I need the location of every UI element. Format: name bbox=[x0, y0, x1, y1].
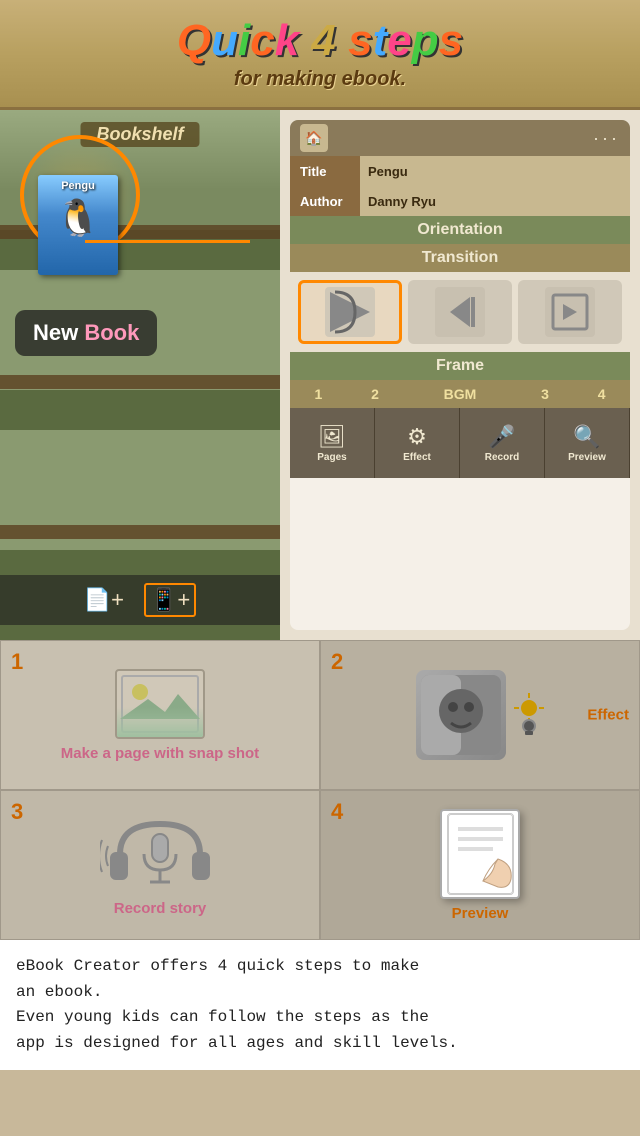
bgm-num-1: 1 bbox=[290, 380, 347, 408]
sun-icon bbox=[514, 688, 544, 743]
effect-side-label: Effect bbox=[587, 707, 629, 724]
step-3-icon bbox=[100, 814, 220, 894]
bottom-description: eBook Creator offers 4 quick steps to ma… bbox=[16, 954, 624, 1056]
title-label: Title bbox=[290, 156, 360, 186]
screen-header: 🏠 ··· bbox=[290, 120, 630, 156]
pages-label: Pages bbox=[317, 452, 346, 463]
book-title: Pengu bbox=[61, 180, 95, 192]
author-label: Author bbox=[290, 186, 360, 216]
transition-options bbox=[290, 272, 630, 352]
orientation-label: Orientation bbox=[417, 221, 502, 239]
new-book-badge: New Book bbox=[15, 310, 157, 356]
steps-section: 1 Make a page with snap shot 2 bbox=[0, 640, 640, 940]
phone-screen: 🏠 ··· Title Pengu Author Danny Ryu Orien… bbox=[290, 120, 630, 630]
step-1-number: 1 bbox=[11, 649, 23, 675]
bottom-text-section: eBook Creator offers 4 quick steps to ma… bbox=[0, 940, 640, 1070]
tab-preview[interactable]: 🔍 Preview bbox=[545, 408, 630, 478]
orientation-section: Orientation bbox=[290, 216, 630, 244]
book-cover: Pengu 🐧 bbox=[38, 175, 118, 275]
effect-icon: ⚙ bbox=[407, 424, 427, 450]
left-phone: Bookshelf Pengu 🐧 New Book 📄+ 📱+ bbox=[0, 110, 280, 640]
top-banner: Quick 4 steps for making ebook. bbox=[0, 0, 640, 110]
author-row: Author Danny Ryu bbox=[290, 186, 630, 216]
add-page-icon: 📄+ bbox=[84, 587, 124, 613]
tab-record[interactable]: 🎤 Record bbox=[460, 408, 545, 478]
step-2-content bbox=[416, 670, 544, 760]
transition-option-3[interactable] bbox=[518, 280, 622, 344]
bgm-num-4: 4 bbox=[573, 380, 630, 408]
frame-section: Frame bbox=[290, 352, 630, 380]
step-4-number: 4 bbox=[331, 799, 343, 825]
step-1-label: Make a page with snap shot bbox=[61, 745, 259, 762]
tab-effect[interactable]: ⚙ Effect bbox=[375, 408, 460, 478]
pages-icon: 🖼 bbox=[318, 424, 346, 450]
right-phone: 🏠 ··· Title Pengu Author Danny Ryu Orien… bbox=[280, 110, 640, 640]
phones-area: Bookshelf Pengu 🐧 New Book 📄+ 📱+ 🏠 ··· bbox=[0, 110, 640, 640]
bottom-line-2: an ebook. bbox=[16, 983, 102, 1001]
bottom-line-3: Even young kids can follow the steps as … bbox=[16, 1008, 429, 1026]
step-4-icon bbox=[440, 809, 520, 899]
bgm-num-2: 2 bbox=[347, 380, 404, 408]
title-value: Pengu bbox=[360, 164, 416, 179]
preview-icon: 🔍 bbox=[573, 424, 600, 450]
step-3-number: 3 bbox=[11, 799, 23, 825]
home-button[interactable]: 🏠 bbox=[300, 124, 328, 152]
transition-label: Transition bbox=[422, 249, 498, 267]
author-value: Danny Ryu bbox=[360, 194, 444, 209]
preview-label: Preview bbox=[568, 452, 606, 463]
effect-label: Effect bbox=[403, 452, 431, 463]
step-2-icon bbox=[416, 670, 506, 760]
new-word: New bbox=[33, 320, 84, 345]
step-4-cell: 4 Preview bbox=[320, 790, 640, 940]
step-4-label: Preview bbox=[452, 905, 509, 922]
penguin-icon: 🐧 bbox=[56, 197, 101, 239]
connector-line bbox=[85, 240, 250, 243]
step-2-cell: 2 bbox=[320, 640, 640, 790]
subtitle: for making ebook. bbox=[234, 68, 406, 91]
record-label: Record bbox=[485, 452, 519, 463]
bgm-label: BGM bbox=[403, 380, 516, 408]
title-row: Title Pengu bbox=[290, 156, 630, 186]
dots-menu[interactable]: ··· bbox=[593, 128, 620, 149]
step-1-icon bbox=[115, 669, 205, 739]
record-icon: 🎤 bbox=[488, 424, 515, 450]
add-screen-icon: 📱+ bbox=[144, 583, 196, 617]
bottom-line-1: eBook Creator offers 4 quick steps to ma… bbox=[16, 957, 419, 975]
transition-option-2[interactable] bbox=[408, 280, 512, 344]
bottom-line-4: app is designed for all ages and skill l… bbox=[16, 1034, 458, 1052]
frame-label: Frame bbox=[436, 357, 484, 375]
step-1-cell: 1 Make a page with snap shot bbox=[0, 640, 320, 790]
main-title: Quick 4 steps bbox=[177, 16, 463, 66]
step-3-cell: 3 Record story bbox=[0, 790, 320, 940]
step-2-number: 2 bbox=[331, 649, 343, 675]
left-phone-toolbar: 📄+ 📱+ bbox=[0, 575, 280, 625]
transition-option-1[interactable] bbox=[298, 280, 402, 344]
tab-pages[interactable]: 🖼 Pages bbox=[290, 408, 375, 478]
step-3-label: Record story bbox=[114, 900, 207, 917]
bgm-row: 1 2 BGM 3 4 bbox=[290, 380, 630, 408]
bottom-tabs: 🖼 Pages ⚙ Effect 🎤 Record 🔍 Preview bbox=[290, 408, 630, 478]
book-word: Book bbox=[84, 320, 139, 345]
bgm-num-3: 3 bbox=[517, 380, 574, 408]
transition-section: Transition bbox=[290, 244, 630, 272]
